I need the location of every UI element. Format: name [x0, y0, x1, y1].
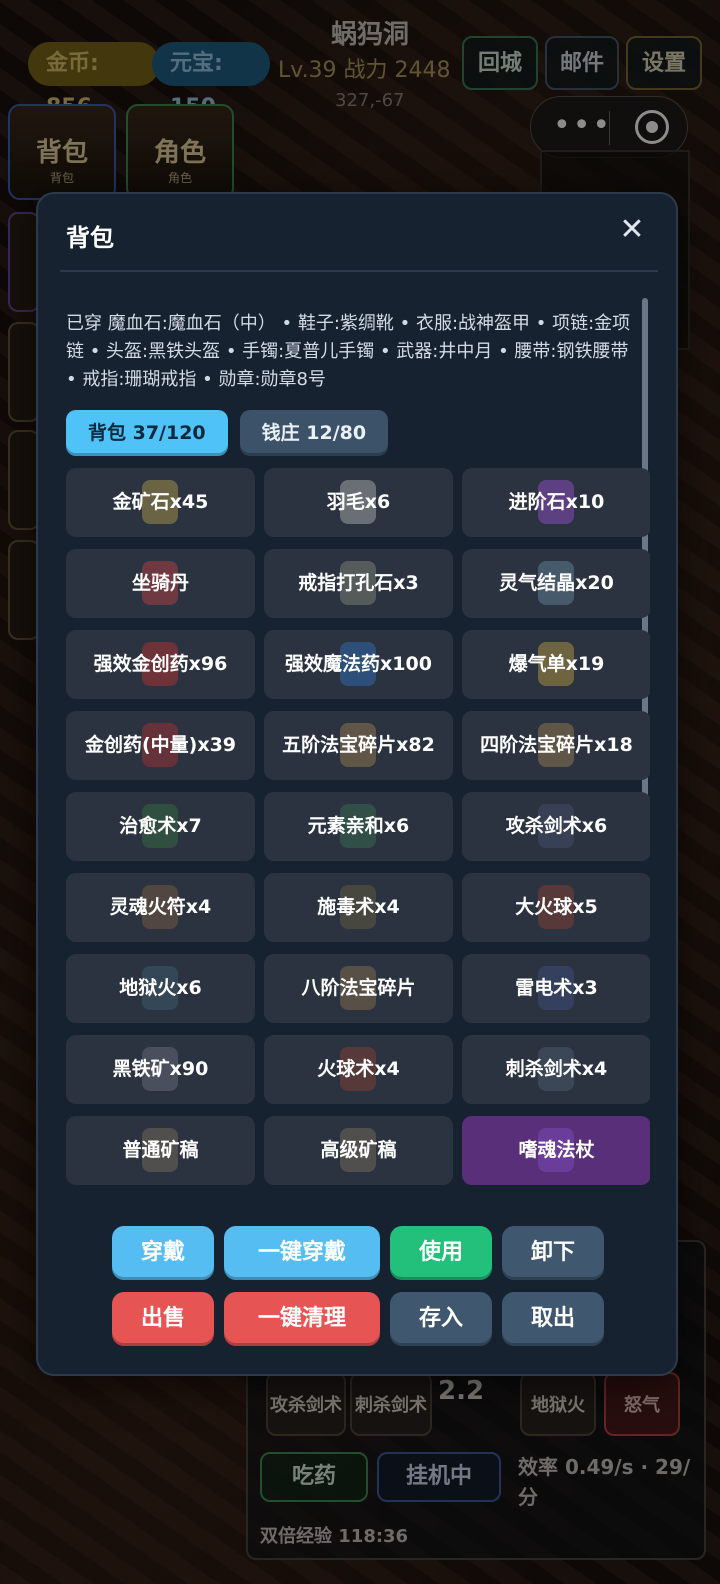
item-grid: 金矿石x45 羽毛x6 进阶石x10 坐骑丹 戒指打孔石x3 灵气结晶x20 强效金创药x9… [66, 468, 650, 1196]
item-label: 普通矿稿 [122, 1139, 199, 1161]
item-label: 地狱火x6 [119, 977, 202, 999]
inventory-item[interactable]: 戒指打孔石x3 [264, 549, 453, 618]
inventory-item[interactable]: 大火球x5 [462, 873, 650, 942]
inventory-item[interactable]: 攻杀剑术x6 [462, 792, 650, 861]
inventory-item[interactable]: 雷电术x3 [462, 954, 650, 1023]
item-label: 爆气单x19 [508, 653, 605, 675]
tab-bag[interactable]: 背包 37/120 [66, 410, 228, 456]
item-label: 治愈术x7 [119, 815, 202, 837]
action-button[interactable]: 穿戴 [112, 1226, 214, 1280]
item-label: 戒指打孔石x3 [298, 572, 419, 594]
inventory-item[interactable]: 治愈术x7 [66, 792, 255, 861]
item-label: 金创药(中量)x39 [84, 734, 237, 756]
item-label: 金矿石x45 [112, 491, 209, 513]
inventory-item[interactable]: 强效魔法药x100 [264, 630, 453, 699]
item-label: 黑铁矿x90 [112, 1058, 209, 1080]
item-label: 攻杀剑术x6 [505, 815, 608, 837]
item-label: 火球术x4 [317, 1058, 400, 1080]
item-label: 高级矿稿 [320, 1139, 397, 1161]
item-label: 元素亲和x6 [307, 815, 410, 837]
inventory-item[interactable]: 进阶石x10 [462, 468, 650, 537]
tab-bank[interactable]: 钱庄 12/80 [239, 410, 389, 456]
inventory-item[interactable]: 金矿石x45 [66, 468, 255, 537]
inventory-item[interactable]: 金创药(中量)x39 [66, 711, 255, 780]
item-label: 强效魔法药x100 [285, 653, 432, 675]
item-grid-viewport[interactable]: 金矿石x45 羽毛x6 进阶石x10 坐骑丹 戒指打孔石x3 灵气结晶x20 强效金创药x9… [66, 468, 650, 1196]
item-label: 灵魂火符x4 [109, 896, 212, 918]
item-label: 灵气结晶x20 [499, 572, 614, 594]
item-label: 雷电术x3 [515, 977, 598, 999]
inventory-item[interactable]: 五阶法宝碎片x82 [264, 711, 453, 780]
action-button[interactable]: 出售 [112, 1292, 214, 1346]
item-label: 进阶石x10 [508, 491, 605, 513]
modal-title: 背包 [66, 224, 114, 252]
action-button[interactable]: 取出 [502, 1292, 604, 1346]
close-icon[interactable]: ✕ [614, 212, 650, 248]
inventory-item[interactable]: 元素亲和x6 [264, 792, 453, 861]
inventory-item[interactable]: 地狱火x6 [66, 954, 255, 1023]
divider [60, 270, 658, 272]
item-label: 刺杀剑术x4 [505, 1058, 608, 1080]
item-label: 坐骑丹 [131, 572, 189, 594]
action-button[interactable]: 一键清理 [224, 1292, 380, 1346]
inventory-modal: 背包 ✕ 已穿 魔血石:魔血石（中） • 鞋子:紫绸靴 • 衣服:战神盔甲 • … [36, 192, 678, 1376]
inventory-item[interactable]: 高级矿稿 [264, 1116, 453, 1185]
inventory-item[interactable]: 刺杀剑术x4 [462, 1035, 650, 1104]
inventory-item[interactable]: 火球术x4 [264, 1035, 453, 1104]
inventory-item[interactable]: 爆气单x19 [462, 630, 650, 699]
item-label: 八阶法宝碎片 [301, 977, 416, 999]
inventory-item[interactable]: 坐骑丹 [66, 549, 255, 618]
inventory-item[interactable]: 强效金创药x96 [66, 630, 255, 699]
equipped-summary: 已穿 魔血石:魔血石（中） • 鞋子:紫绸靴 • 衣服:战神盔甲 • 项链:金项… [66, 313, 631, 390]
inventory-item[interactable]: 八阶法宝碎片 [264, 954, 453, 1023]
action-button[interactable]: 使用 [390, 1226, 492, 1280]
item-label: 施毒术x4 [317, 896, 400, 918]
action-row-1: 穿戴 一键穿戴 使用 卸下 [112, 1226, 612, 1280]
inventory-item[interactable]: 灵魂火符x4 [66, 873, 255, 942]
action-button[interactable]: 卸下 [502, 1226, 604, 1280]
item-label: 强效金创药x96 [93, 653, 228, 675]
inventory-tabs: 背包 37/120 钱庄 12/80 [66, 410, 389, 456]
item-label: 大火球x5 [515, 896, 598, 918]
inventory-item[interactable]: 黑铁矿x90 [66, 1035, 255, 1104]
inventory-item[interactable]: 普通矿稿 [66, 1116, 255, 1185]
inventory-item[interactable]: 施毒术x4 [264, 873, 453, 942]
inventory-item[interactable]: 羽毛x6 [264, 468, 453, 537]
inventory-item[interactable]: 四阶法宝碎片x18 [462, 711, 650, 780]
inventory-item[interactable]: 嗜魂法杖 [462, 1116, 650, 1185]
action-row-2: 出售 一键清理 存入 取出 [112, 1292, 612, 1346]
item-label: 四阶法宝碎片x18 [480, 734, 633, 756]
action-button[interactable]: 存入 [390, 1292, 492, 1346]
item-label: 羽毛x6 [326, 491, 391, 513]
inventory-item[interactable]: 灵气结晶x20 [462, 549, 650, 618]
item-label: 五阶法宝碎片x82 [282, 734, 435, 756]
item-label: 嗜魂法杖 [518, 1139, 595, 1161]
action-button[interactable]: 一键穿戴 [224, 1226, 380, 1280]
